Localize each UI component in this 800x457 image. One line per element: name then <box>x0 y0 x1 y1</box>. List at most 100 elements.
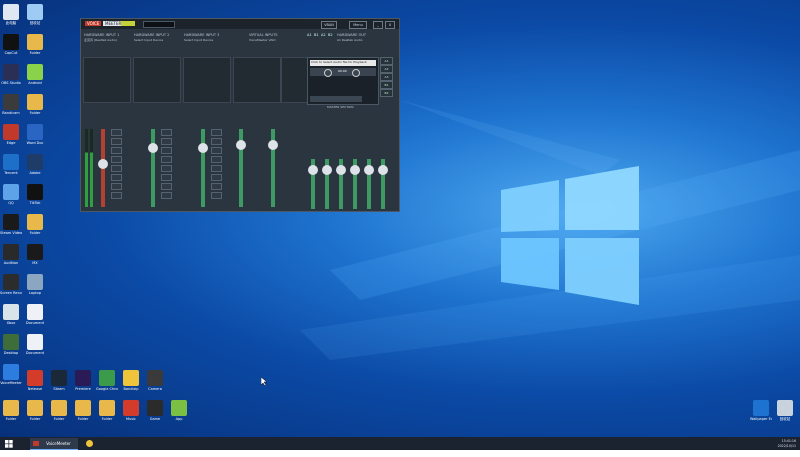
top-bus-label[interactable]: A2 <box>321 33 326 37</box>
input-2-device[interactable]: Select Input Device <box>134 38 163 42</box>
strip-bus-button[interactable] <box>161 174 172 181</box>
strip-bus-button[interactable] <box>211 165 222 172</box>
desktop-icon[interactable]: Screen Recorder <box>0 274 22 295</box>
desktop-icon[interactable]: Edge <box>0 124 22 145</box>
input-fader-track[interactable] <box>151 129 155 207</box>
strip-bus-button[interactable] <box>111 147 122 154</box>
master-fader-knob[interactable] <box>336 165 346 175</box>
desktop-icon[interactable]: Folder <box>48 400 70 421</box>
desktop-icon[interactable]: Folder <box>24 400 46 421</box>
strip-bus-button[interactable] <box>211 192 222 199</box>
transport-buttons[interactable] <box>310 96 362 102</box>
voicemeeter-window[interactable]: VOICE MEETER VBAN Menu _ X HARDWARE INPU… <box>80 18 400 212</box>
strip-bus-button[interactable] <box>111 183 122 190</box>
system-tray[interactable]: 15:41:16 2022/10/11 <box>778 437 796 450</box>
desktop-icon[interactable]: CapCut <box>0 34 22 55</box>
master-fader-knob[interactable] <box>364 165 374 175</box>
desktop-icon[interactable]: Folder <box>24 94 46 115</box>
cassette-player[interactable]: Click to Select Audio file for Playback … <box>307 57 379 105</box>
strip-bus-button[interactable] <box>161 156 172 163</box>
strip-bus-button[interactable] <box>211 147 222 154</box>
desktop-icon[interactable]: MX <box>24 244 46 265</box>
strip-bus-button[interactable] <box>161 147 172 154</box>
menu-button[interactable]: Menu <box>349 21 367 29</box>
desktop-icon[interactable]: 回收站 <box>774 400 796 421</box>
bus-select-button[interactable]: A2 <box>380 65 393 73</box>
desktop-icon[interactable]: Music <box>120 400 142 421</box>
desktop-icon[interactable]: Bandicam <box>0 94 22 115</box>
master-fader-knob[interactable] <box>308 165 318 175</box>
desktop-icon[interactable]: Document <box>24 304 46 325</box>
desktop-icon[interactable]: OBS Studio <box>0 64 22 85</box>
bus-select-button[interactable]: B2 <box>380 89 393 97</box>
desktop-icon[interactable]: QQ <box>0 184 22 205</box>
top-bus-label[interactable]: B2 <box>328 33 333 37</box>
top-bus-label[interactable]: A1 <box>307 33 312 37</box>
desktop-icon[interactable]: Netease <box>24 370 46 391</box>
strip-bus-button[interactable] <box>211 156 222 163</box>
desktop-icon[interactable]: Wallpaper Engine <box>750 400 772 421</box>
close-button[interactable]: X <box>385 21 395 29</box>
strip-bus-button[interactable] <box>161 192 172 199</box>
desktop-icon[interactable]: Folder <box>72 400 94 421</box>
strip-bus-button[interactable] <box>111 192 122 199</box>
vban-button[interactable]: VBAN <box>321 21 337 29</box>
strip-3-pan-panel[interactable] <box>183 57 231 103</box>
bus-select-button[interactable]: A1 <box>380 57 393 65</box>
voicemeeter-titlebar[interactable]: VOICE MEETER VBAN Menu _ X <box>81 19 399 29</box>
desktop-icon[interactable]: 回收站 <box>24 4 46 25</box>
bus-select-button[interactable]: B1 <box>380 81 393 89</box>
eq-panel-1[interactable] <box>233 57 281 103</box>
desktop-icon[interactable]: Xbox <box>0 304 22 325</box>
bus-select-button[interactable]: A3 <box>380 73 393 81</box>
desktop-icon[interactable]: Folder <box>24 34 46 55</box>
strip-bus-button[interactable] <box>161 183 172 190</box>
clock-date[interactable]: 2022/10/11 <box>778 444 796 449</box>
strip-bus-button[interactable] <box>211 129 222 136</box>
vm-transport-bar[interactable] <box>143 21 175 28</box>
fader-knob[interactable] <box>198 143 208 154</box>
desktop-icon[interactable]: Steam Video <box>0 214 22 235</box>
desktop-icon[interactable]: Laptop <box>24 274 46 295</box>
strip-1-pan-panel[interactable] <box>83 57 131 103</box>
fader-knob[interactable] <box>148 143 158 154</box>
desktop-icon[interactable]: Adobe <box>24 154 46 175</box>
top-bus-label[interactable]: B1 <box>314 33 319 37</box>
strip-bus-button[interactable] <box>111 129 122 136</box>
desktop-icon[interactable]: TikTok <box>24 184 46 205</box>
cassette-label[interactable]: Click to Select Audio file for Playback <box>310 60 376 66</box>
minimize-button[interactable]: _ <box>373 21 383 29</box>
strip-bus-button[interactable] <box>111 165 122 172</box>
strip-bus-button[interactable] <box>111 174 122 181</box>
hardware-out-device[interactable]: A1 Realtek Audio <box>337 38 363 42</box>
strip-bus-button[interactable] <box>111 138 122 145</box>
fader-knob[interactable] <box>98 159 108 170</box>
desktop-icon[interactable]: Game <box>144 400 166 421</box>
master-fader-knob[interactable] <box>378 165 388 175</box>
master-fader-knob[interactable] <box>322 165 332 175</box>
desktop-icon[interactable]: Google Chrome <box>96 370 118 391</box>
windows-start-icon[interactable] <box>4 438 14 449</box>
desktop-icon[interactable]: Premiere <box>72 370 94 391</box>
input-3-device[interactable]: Select Input Device <box>184 38 213 42</box>
desktop-icon[interactable]: App <box>168 400 190 421</box>
input-fader-track[interactable] <box>201 129 205 207</box>
desktop-icon[interactable]: Desktop <box>0 334 22 355</box>
desktop-icon[interactable]: Word Doc <box>24 124 46 145</box>
desktop-icon[interactable]: VoiceMeeter <box>0 364 22 385</box>
master-fader-knob[interactable] <box>350 165 360 175</box>
strip-bus-button[interactable] <box>211 183 222 190</box>
desktop-icon[interactable]: Tencent <box>0 154 22 175</box>
desktop-icon[interactable]: Folder <box>96 400 118 421</box>
chrome-taskbar-icon[interactable] <box>86 440 93 447</box>
desktop-icon[interactable]: Camera <box>144 370 166 391</box>
input-1-device[interactable]: 麦克风 (Realtek Audio) <box>84 38 117 42</box>
desktop-icon[interactable]: 此电脑 <box>0 4 22 25</box>
taskbar-voicemeeter[interactable]: VoiceMeeter <box>30 438 78 450</box>
fader-knob[interactable] <box>268 140 278 151</box>
strip-bus-button[interactable] <box>211 138 222 145</box>
desktop-icon[interactable]: Document <box>24 334 46 355</box>
strip-bus-button[interactable] <box>161 165 172 172</box>
desktop-icon[interactable]: Steam <box>48 370 70 391</box>
strip-bus-button[interactable] <box>161 138 172 145</box>
